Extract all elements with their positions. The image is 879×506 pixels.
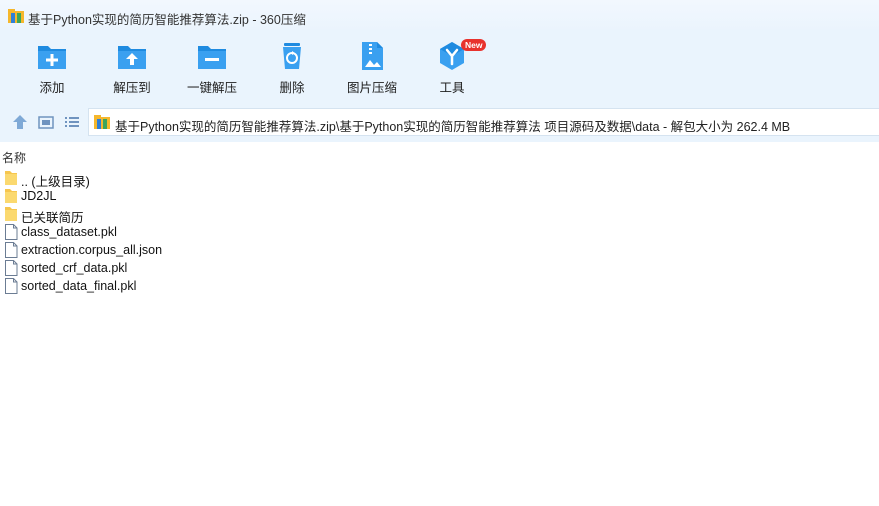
extract-to-label: 解压到 [113, 81, 151, 95]
file-name: extraction.corpus_all.json [21, 243, 163, 257]
list-item[interactable]: JD2JL [0, 187, 879, 205]
column-header-name[interactable]: 名称 [0, 146, 879, 166]
zip-archive-icon [94, 115, 110, 129]
one-click-extract-label: 一键解压 [186, 81, 237, 95]
zip-archive-icon [8, 9, 24, 23]
address-path: 基于Python实现的简历智能推荐算法.zip\基于Python实现的简历智能推… [115, 120, 791, 134]
thumbnail-view-icon[interactable] [37, 113, 55, 131]
file-name: JD2JL [21, 189, 57, 203]
list-item[interactable]: sorted_crf_data.pkl [0, 259, 879, 277]
add-label: 添加 [39, 81, 65, 95]
folder-icon [5, 171, 17, 185]
file-name: class_dataset.pkl [21, 225, 117, 239]
list-view-icon[interactable] [63, 113, 81, 131]
folder-icon [5, 189, 17, 203]
extract-to-icon [118, 46, 146, 69]
file-icon [5, 224, 18, 240]
list-item[interactable]: sorted_data_final.pkl [0, 277, 879, 295]
navigation-bar: 基于Python实现的简历智能推荐算法.zip\基于Python实现的简历智能推… [0, 102, 879, 142]
list-item-parent-directory[interactable]: .. (上级目录) [0, 169, 879, 189]
list-item[interactable]: 已关联简历 [0, 205, 879, 225]
toolbar: 添加 解压到 一键解压 删除 图片压缩 New 工具 [0, 32, 879, 102]
add-button[interactable]: 添加 [17, 40, 87, 96]
up-arrow-icon[interactable] [11, 113, 29, 131]
delete-label: 删除 [279, 81, 305, 95]
list-item[interactable]: extraction.corpus_all.json [0, 241, 879, 259]
one-click-extract-button[interactable]: 一键解压 [177, 40, 247, 96]
file-icon [5, 260, 18, 276]
tools-button[interactable]: New 工具 [417, 39, 487, 96]
address-bar[interactable]: 基于Python实现的简历智能推荐算法.zip\基于Python实现的简历智能推… [88, 108, 879, 136]
extract-to-button[interactable]: 解压到 [97, 40, 167, 96]
delete-icon [283, 43, 301, 69]
delete-button[interactable]: 删除 [257, 40, 327, 96]
file-icon [5, 242, 18, 258]
window-title: 基于Python实现的简历智能推荐算法.zip - 360压缩 [28, 13, 306, 27]
file-icon [5, 278, 18, 294]
add-icon [38, 46, 66, 69]
list-item[interactable]: class_dataset.pkl [0, 223, 879, 241]
image-compress-icon [362, 42, 383, 70]
file-list: .. (上级目录) JD2JL 已关联简历 class_dataset.pkl … [0, 169, 879, 295]
tools-label: 工具 [439, 81, 465, 95]
image-compress-button[interactable]: 图片压缩 [337, 40, 407, 96]
column-header-label: 名称 [2, 151, 27, 165]
title-bar: 基于Python实现的简历智能推荐算法.zip - 360压缩 [0, 0, 879, 32]
new-badge: New [461, 39, 487, 51]
image-compress-label: 图片压缩 [346, 81, 397, 95]
file-name: sorted_data_final.pkl [21, 279, 137, 293]
one-click-extract-icon [198, 46, 226, 69]
folder-icon [5, 207, 17, 221]
file-name: sorted_crf_data.pkl [21, 261, 128, 275]
